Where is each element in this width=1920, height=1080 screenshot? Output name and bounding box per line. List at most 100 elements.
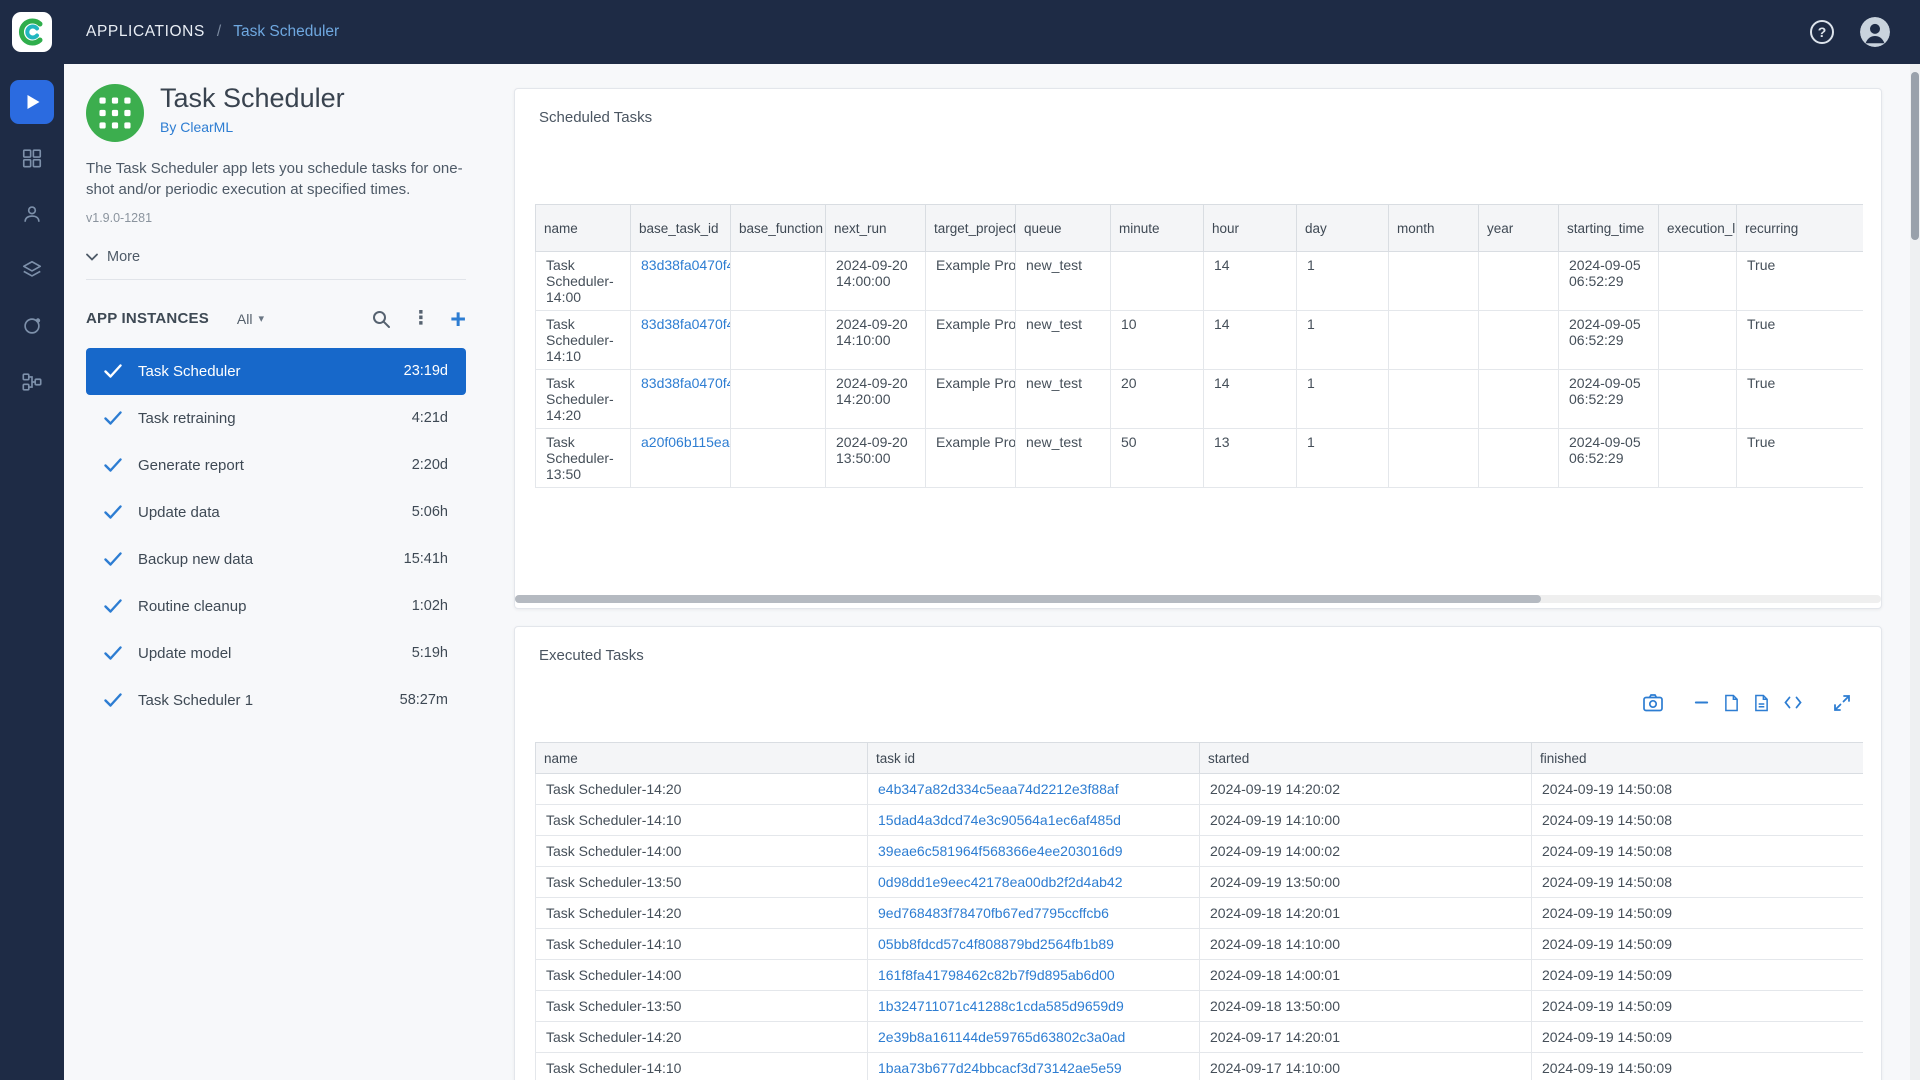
col-name: name <box>536 205 631 252</box>
cell-minute: 20 <box>1111 370 1204 429</box>
instance-duration: 5:19h <box>412 645 448 661</box>
user-avatar[interactable] <box>1860 17 1890 47</box>
cell-finished: 2024-09-19 14:50:09 <box>1532 960 1864 991</box>
executed-task-row: Task Scheduler-14:20 e4b347a82d334c5eaa7… <box>536 774 1864 805</box>
cell-recurring: True <box>1737 429 1864 488</box>
app-instances-list: Task Scheduler 23:19d Task retraining 4:… <box>86 348 466 724</box>
app-instance-row[interactable]: Task retraining 4:21d <box>86 395 466 442</box>
instance-duration: 4:21d <box>412 410 448 426</box>
cell-base-task-id-link[interactable]: 83d38fa0470f4 <box>631 311 731 370</box>
col-hour: hour <box>1204 205 1297 252</box>
scheduled-tasks-header: name base_task_id base_function next_run… <box>536 205 1864 252</box>
cell-task-id-link[interactable]: 05bb8fdcd57c4f808879bd2564fb1b89 <box>868 929 1200 960</box>
col-base-function: base_function <box>731 205 826 252</box>
cell-task-id-link[interactable]: 1b324711071c41288c1cda585d9659d9 <box>868 991 1200 1022</box>
col-base-task-id: base_task_id <box>631 205 731 252</box>
cell-execution-limit <box>1659 311 1737 370</box>
cell-task-id-link[interactable]: 1baa73b677d24bbcacf3d73142ae5e59 <box>868 1053 1200 1080</box>
cell-task-id-link[interactable]: e4b347a82d334c5eaa74d2212e3f88af <box>868 774 1200 805</box>
cell-base-task-id-link[interactable]: 83d38fa0470f4 <box>631 252 731 311</box>
help-icon[interactable]: ? <box>1810 20 1834 44</box>
cell-base-task-id-link[interactable]: a20f06b115ea4 <box>631 429 731 488</box>
cell-finished: 2024-09-19 14:50:09 <box>1532 1022 1864 1053</box>
scheduled-task-row: Task Scheduler-14:00 83d38fa0470f4 2024-… <box>536 252 1864 311</box>
layers-icon <box>21 259 43 281</box>
cell-task-id-link[interactable]: 9ed768483f78470fb67ed7795ccffcb6 <box>868 898 1200 929</box>
cell-year <box>1479 429 1559 488</box>
check-icon <box>104 646 122 660</box>
instance-duration: 1:02h <box>412 598 448 614</box>
app-version: v1.9.0-1281 <box>86 211 466 225</box>
app-instance-row[interactable]: Update model 5:19h <box>86 630 466 677</box>
cell-name: Task Scheduler-14:20 <box>536 774 868 805</box>
nav-model-endpoints[interactable] <box>10 304 54 348</box>
cell-year <box>1479 311 1559 370</box>
file-json-icon <box>1754 694 1769 712</box>
app-instance-row[interactable]: Routine cleanup 1:02h <box>86 583 466 630</box>
app-instance-row[interactable]: Update data 5:06h <box>86 489 466 536</box>
instance-name: Update data <box>138 504 412 521</box>
cell-task-id-link[interactable]: 15dad4a3dcd74e3c90564a1ec6af485d <box>868 805 1200 836</box>
app-instance-row[interactable]: Task Scheduler 1 58:27m <box>86 677 466 724</box>
nav-workers-queues[interactable] <box>10 192 54 236</box>
cell-started: 2024-09-17 14:20:01 <box>1200 1022 1532 1053</box>
maximize-button[interactable] <box>1833 694 1851 712</box>
clearml-logo[interactable] <box>12 12 52 52</box>
download-json-button[interactable] <box>1754 694 1769 712</box>
topbar-actions: ? <box>1810 17 1890 47</box>
file-csv-icon <box>1724 694 1739 712</box>
cell-recurring: True <box>1737 370 1864 429</box>
check-icon <box>104 552 122 566</box>
by-clearml-link[interactable]: By ClearML <box>160 119 345 135</box>
executed-task-row: Task Scheduler-14:00 39eae6c581964f56836… <box>536 836 1864 867</box>
cell-task-id-link[interactable]: 0d98dd1e9eec42178ea00db2f2d4ab42 <box>868 867 1200 898</box>
cell-execution-limit <box>1659 252 1737 311</box>
app-instance-row[interactable]: Generate report 2:20d <box>86 442 466 489</box>
cell-month <box>1389 370 1479 429</box>
cell-started: 2024-09-17 14:10:00 <box>1200 1053 1532 1080</box>
col-name: name <box>536 743 868 774</box>
embed-code-button[interactable] <box>1784 695 1802 710</box>
camera-icon <box>1643 693 1663 712</box>
download-csv-button[interactable] <box>1724 694 1739 712</box>
cell-task-id-link[interactable]: 2e39b8a161144de59765d63802c3a0ad <box>868 1022 1200 1053</box>
nav-pipelines[interactable] <box>10 360 54 404</box>
rail-nav <box>10 80 54 416</box>
scheduled-tasks-table: name base_task_id base_function next_run… <box>535 204 1863 488</box>
app-details-panel: Task Scheduler By ClearML The Task Sched… <box>86 84 466 724</box>
cell-task-id-link[interactable]: 39eae6c581964f568366e4ee203016d9 <box>868 836 1200 867</box>
instance-name: Task retraining <box>138 410 412 427</box>
expand-icon <box>1833 694 1851 712</box>
scheduled-tasks-table-wrap: name base_task_id base_function next_run… <box>535 204 1863 488</box>
add-instance-button[interactable]: + <box>450 309 466 329</box>
app-instance-row[interactable]: Task Scheduler 23:19d <box>86 348 466 395</box>
more-toggle[interactable]: More <box>86 249 140 265</box>
nav-projects[interactable] <box>10 136 54 180</box>
cell-task-id-link[interactable]: 161f8fa41798462c82b7f9d895ab6d00 <box>868 960 1200 991</box>
check-icon <box>104 364 122 378</box>
cell-base-function <box>731 370 826 429</box>
cell-minute: 10 <box>1111 311 1204 370</box>
cell-target-project: Example Project <box>926 370 1016 429</box>
check-icon <box>104 599 122 613</box>
cell-finished: 2024-09-19 14:50:09 <box>1532 898 1864 929</box>
caret-down-icon: ▾ <box>258 312 264 325</box>
horizontal-scrollbar-thumb[interactable] <box>515 595 1541 603</box>
instances-filter-dropdown[interactable]: All ▾ <box>237 311 264 327</box>
app-instance-row[interactable]: Backup new data 15:41h <box>86 536 466 583</box>
nav-datasets[interactable] <box>10 248 54 292</box>
scheduled-task-row: Task Scheduler-13:50 a20f06b115ea4 2024-… <box>536 429 1864 488</box>
nav-applications[interactable] <box>10 80 54 124</box>
hide-button[interactable] <box>1694 695 1709 710</box>
executed-tasks-body: Task Scheduler-14:20 e4b347a82d334c5eaa7… <box>536 774 1864 1080</box>
download-image-button[interactable] <box>1643 693 1663 712</box>
cell-base-task-id-link[interactable]: 83d38fa0470f4 <box>631 370 731 429</box>
code-icon <box>1784 695 1802 710</box>
app-instances-toolbar: APP INSTANCES All ▾ ⋮ + <box>86 298 466 340</box>
breadcrumb-applications[interactable]: APPLICATIONS <box>86 23 205 41</box>
search-button[interactable] <box>371 309 391 329</box>
more-options-kebab-icon[interactable]: ⋮ <box>411 307 430 330</box>
check-icon <box>104 505 122 519</box>
page-scrollbar-thumb[interactable] <box>1911 72 1919 240</box>
cell-queue: new_test <box>1016 370 1111 429</box>
